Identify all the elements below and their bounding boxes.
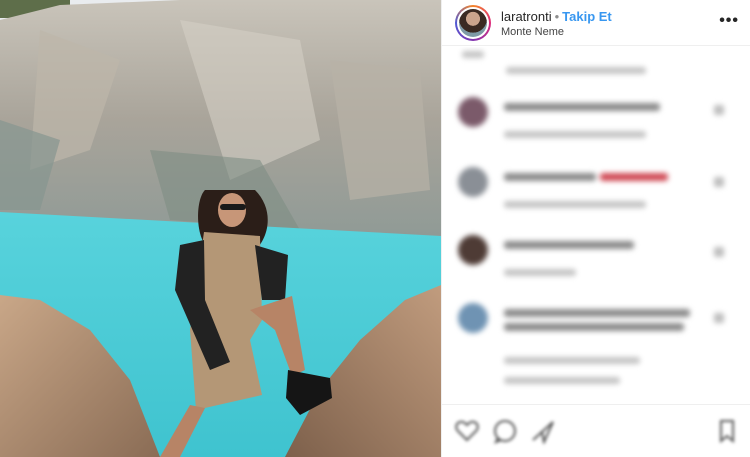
avatar-inner (457, 7, 489, 39)
comment-icon[interactable] (492, 418, 518, 444)
comment-like-icon (714, 313, 724, 323)
comment-avatar (458, 235, 488, 265)
comment-like-icon (714, 247, 724, 257)
comment-meta-blurred (504, 377, 620, 384)
follow-button[interactable]: Takip Et (562, 9, 612, 24)
comment-text-blurred (504, 241, 634, 249)
instagram-post: laratronti • Takip Et Monte Neme ••• (0, 0, 750, 457)
username-link[interactable]: laratronti (501, 9, 552, 24)
heart-icon[interactable] (454, 418, 480, 444)
comment-text-blurred (504, 103, 660, 111)
comment-meta-blurred (504, 357, 640, 364)
separator-dot: • (554, 9, 560, 24)
comment-row (442, 47, 750, 77)
comment-row (442, 95, 750, 155)
comment-text-blurred (504, 323, 684, 331)
comment-meta-blurred (462, 51, 484, 58)
comment-like-icon (714, 105, 724, 115)
location-link[interactable]: Monte Neme (501, 26, 564, 38)
comment-avatar (458, 97, 488, 127)
user-line: laratronti • Takip Et (501, 9, 612, 24)
post-side-panel: laratronti • Takip Et Monte Neme ••• (441, 0, 750, 457)
comments-list[interactable] (442, 47, 750, 404)
comment-like-icon (714, 177, 724, 187)
more-options-icon[interactable]: ••• (719, 12, 739, 30)
comment-emoji-blurred (600, 173, 668, 181)
comment-row (442, 165, 750, 225)
share-icon[interactable] (530, 418, 556, 444)
comment-text-blurred (504, 173, 596, 181)
post-photo[interactable] (0, 0, 441, 457)
post-actions-bar (442, 404, 750, 457)
comment-row (442, 301, 750, 396)
comment-meta-blurred (506, 67, 646, 74)
avatar-image (459, 9, 487, 37)
comment-avatar (458, 303, 488, 333)
comment-meta-blurred (504, 201, 646, 208)
comment-meta-blurred (504, 269, 576, 276)
bookmark-icon[interactable] (714, 418, 740, 444)
avatar[interactable] (455, 5, 491, 41)
comment-row (442, 233, 750, 293)
comment-text-blurred (504, 309, 690, 317)
comment-avatar (458, 167, 488, 197)
comment-meta-blurred (504, 131, 646, 138)
post-header: laratronti • Takip Et Monte Neme ••• (442, 0, 750, 46)
photo-scene (0, 0, 441, 457)
